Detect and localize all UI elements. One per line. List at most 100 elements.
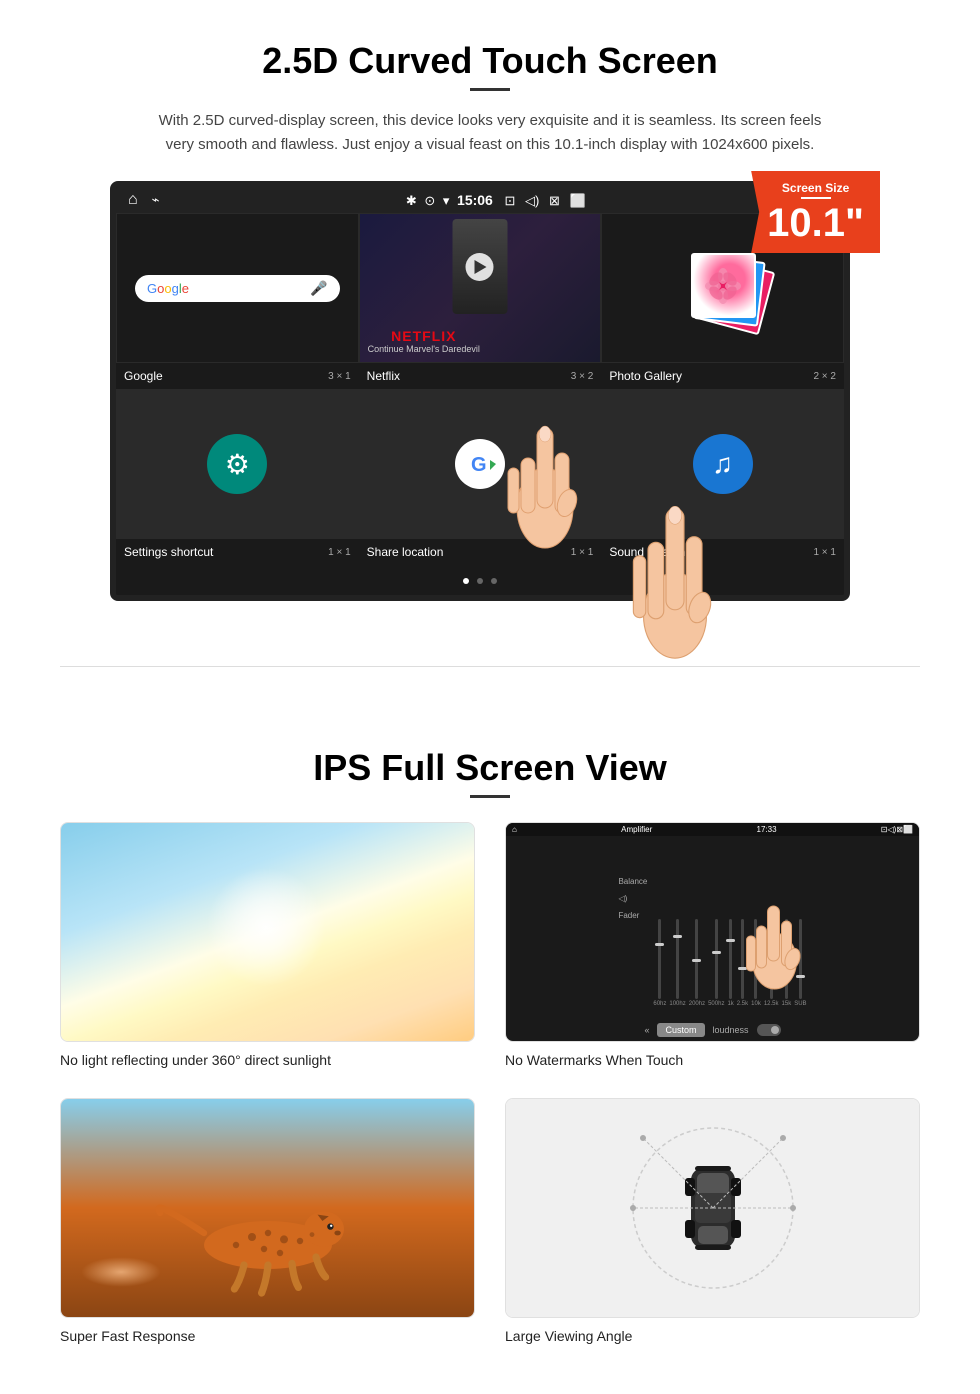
eq-band-label: 60hz — [653, 1001, 666, 1007]
settings-app-name: Settings shortcut — [124, 545, 213, 559]
netflix-play-button[interactable] — [466, 253, 494, 281]
gallery-card-front — [691, 253, 756, 318]
usb-icon: ⌁ — [152, 192, 160, 208]
sound-search-icon[interactable]: ♫ — [693, 434, 753, 494]
play-triangle-icon — [475, 260, 487, 274]
google-search-bar[interactable]: Google 🎤 — [135, 275, 340, 302]
eq-band-track — [695, 919, 698, 999]
title-underline — [470, 88, 510, 91]
eq-band-thumb — [673, 935, 682, 938]
app-label-row2: Settings shortcut 1 × 1 Share location 1… — [116, 539, 844, 565]
amp-bottom-bar: « Custom loudness — [506, 1023, 919, 1037]
section1-title: 2.5D Curved Touch Screen — [60, 40, 920, 82]
eq-band-60hz[interactable]: 60hz — [653, 919, 666, 1007]
google-maps-svg: G — [462, 446, 498, 482]
eq-band-thumb — [655, 943, 664, 946]
google-maps-icon[interactable]: G — [455, 439, 505, 489]
share-location-cell[interactable]: G — [359, 389, 602, 539]
car-image-box — [505, 1098, 920, 1318]
eq-band-track — [715, 919, 718, 999]
status-left: ⌂ ⌁ — [128, 191, 160, 209]
sunlight-background — [61, 823, 474, 1041]
amp-prev-icon[interactable]: « — [644, 1025, 649, 1035]
settings-label: Settings shortcut 1 × 1 — [116, 543, 359, 561]
gallery-label: Photo Gallery 2 × 2 — [601, 367, 844, 385]
section1-description: With 2.5D curved-display screen, this de… — [150, 109, 830, 157]
netflix-subtitle: Continue Marvel's Daredevil — [368, 344, 480, 354]
eq-fader-label: Fader — [618, 911, 647, 920]
eq-band-label: 2.5k — [737, 1001, 748, 1007]
camera-status-icon: ⊡ — [504, 193, 515, 208]
flower-icon — [703, 266, 743, 306]
sound-search-cell[interactable]: ♫ — [601, 389, 844, 539]
svg-text:G: G — [471, 454, 487, 476]
window-icon: ⬜ — [569, 193, 585, 208]
section-divider — [60, 666, 920, 667]
amp-time: 17:33 — [757, 825, 777, 834]
netflix-label: Netflix 3 × 2 — [359, 367, 602, 385]
ips-grid: No light reflecting under 360° direct su… — [60, 822, 920, 1344]
cheetah-item: Super Fast Response — [60, 1098, 475, 1344]
eq-band-label: 200hz — [689, 1001, 705, 1007]
volume-icon: ◁) — [525, 193, 539, 208]
eq-band-track — [658, 919, 661, 999]
cheetah-svg — [128, 1177, 408, 1297]
status-bar: ⌂ ⌁ ✱ ⊙ ▾ 15:06 ⊡ ◁) ⊠ ⬜ — [116, 187, 844, 213]
home-icon[interactable]: ⌂ — [128, 191, 138, 209]
google-app-name: Google — [124, 369, 163, 383]
share-app-name: Share location — [367, 545, 444, 559]
amp-hand-icon — [742, 891, 807, 991]
netflix-app-cell[interactable]: NETFLIX Continue Marvel's Daredevil — [359, 213, 602, 363]
car-background — [506, 1099, 919, 1317]
eq-band-500hz[interactable]: 500hz — [708, 919, 724, 1007]
sound-app-name: Sound Search — [609, 545, 685, 559]
pagination-dot-3[interactable] — [491, 578, 497, 584]
touch-hand-icon — [500, 398, 590, 558]
device-wrapper: Screen Size 10.1" ⌂ ⌁ ✱ ⊙ ▾ 15:06 — [60, 181, 920, 606]
gallery-app-size: 2 × 2 — [813, 371, 836, 382]
eq-band-1k[interactable]: 1k — [727, 919, 733, 1007]
sound-app-size: 1 × 1 — [813, 547, 836, 558]
sunlight-item: No light reflecting under 360° direct su… — [60, 822, 475, 1068]
netflix-app-size: 3 × 2 — [571, 371, 594, 382]
amp-loudness-toggle[interactable] — [757, 1024, 781, 1036]
pagination-dots — [116, 565, 844, 595]
wifi-icon: ▾ — [443, 193, 450, 208]
mic-icon[interactable]: 🎤 — [310, 280, 327, 297]
pagination-dot-2[interactable] — [477, 578, 483, 584]
amp-icons: ⊡◁)⊠⬜ — [881, 825, 913, 834]
amplifier-label: No Watermarks When Touch — [505, 1052, 920, 1068]
app-label-row1: Google 3 × 1 Netflix 3 × 2 Photo Gallery… — [116, 363, 844, 389]
amp-custom-button[interactable]: Custom — [657, 1023, 704, 1037]
google-logo: Google — [147, 281, 189, 296]
car-item: Large Viewing Angle — [505, 1098, 920, 1344]
ips-title-underline — [470, 795, 510, 798]
settings-app-cell[interactable]: ⚙ — [116, 389, 359, 539]
sound-label: Sound Search 1 × 1 — [601, 543, 844, 561]
amp-status-bar: ⌂ Amplifier 17:33 ⊡◁)⊠⬜ — [506, 823, 919, 836]
amplifier-image-box: ⌂ Amplifier 17:33 ⊡◁)⊠⬜ Balance ◁) Fader — [505, 822, 920, 1042]
pagination-dot-1[interactable] — [463, 578, 469, 584]
eq-band-label: SUB — [794, 1001, 806, 1007]
eq-band-label: 10k — [751, 1001, 761, 1007]
viewing-angle-svg — [623, 1118, 803, 1298]
google-app-size: 3 × 1 — [328, 371, 351, 382]
eq-band-thumb — [726, 939, 735, 942]
sunlight-glare — [206, 867, 326, 987]
eq-band-100hz[interactable]: 100hz — [669, 919, 685, 1007]
eq-band-label: 15k — [782, 1001, 792, 1007]
car-label: Large Viewing Angle — [505, 1328, 920, 1344]
eq-balance-label: Balance — [618, 877, 647, 886]
screen-size-badge: Screen Size 10.1" — [751, 171, 880, 253]
eq-speaker-icon: ◁) — [618, 894, 647, 903]
eq-band-label: 1k — [727, 1001, 733, 1007]
badge-size: 10.1" — [767, 203, 864, 243]
app-grid-row1: Google 🎤 — [116, 213, 844, 363]
settings-icon[interactable]: ⚙ — [207, 434, 267, 494]
google-label: Google 3 × 1 — [116, 367, 359, 385]
eq-band-label: 12.5k — [764, 1001, 779, 1007]
eq-band-label: 100hz — [669, 1001, 685, 1007]
close-status-icon: ⊠ — [549, 193, 560, 208]
eq-band-200hz[interactable]: 200hz — [689, 919, 705, 1007]
google-app-cell[interactable]: Google 🎤 — [116, 213, 359, 363]
